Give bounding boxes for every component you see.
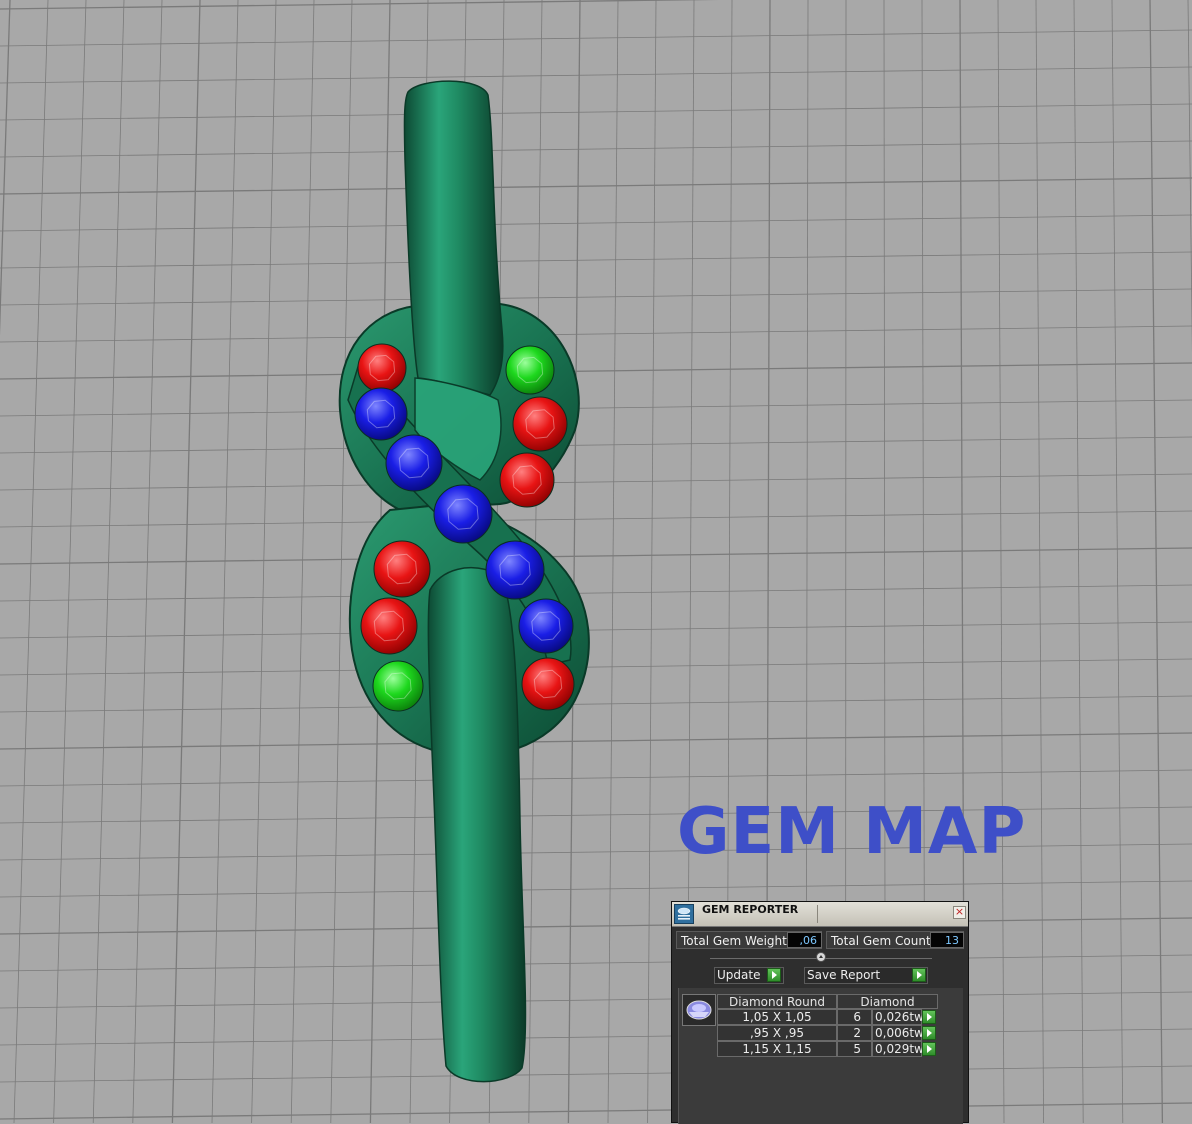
grid-line-vertical <box>0 0 10 1123</box>
total-gem-weight-value: ,06 <box>787 932 822 948</box>
row-2-go-icon[interactable] <box>922 1026 936 1040</box>
grid-line-vertical <box>331 0 352 1123</box>
save-report-button-label: Save Report <box>807 968 880 982</box>
grid-line-horizontal <box>0 1029 1192 1045</box>
gem-red <box>358 344 406 392</box>
gem-blue <box>386 435 442 491</box>
titlebar-separator <box>817 905 818 923</box>
grid-line-vertical <box>93 0 124 1123</box>
row-3-size: 1,15 X 1,15 <box>717 1041 837 1057</box>
grid-line-horizontal <box>0 511 1192 527</box>
gem-blue <box>486 541 544 599</box>
grid-line-horizontal <box>0 289 1192 305</box>
grid-line-horizontal <box>0 770 1192 786</box>
row-2-count: 2 <box>837 1025 872 1041</box>
gem-reporter-panel: GEM REPORTER × Total Gem Weight ,06 Tota… <box>671 901 969 1123</box>
grid-line-vertical <box>1112 0 1123 1123</box>
grid-line-horizontal <box>0 1066 1192 1082</box>
row-3-weight: 0,029tw <box>872 1041 922 1057</box>
grid-line-horizontal <box>0 955 1192 971</box>
grid-line-horizontal <box>0 215 1192 231</box>
header-shape: Diamond Round <box>717 994 837 1009</box>
gem-blue <box>519 599 573 653</box>
viewport-canvas[interactable] <box>0 0 1192 1123</box>
grid-line-horizontal <box>0 326 1192 342</box>
gem-red <box>361 598 417 654</box>
row-1-size: 1,05 X 1,05 <box>717 1009 837 1025</box>
panel-titlebar[interactable]: GEM REPORTER × <box>672 902 968 927</box>
grid-line-horizontal <box>0 363 1192 379</box>
grid-line-vertical <box>608 0 618 1123</box>
gem-map-title: GEM MAP <box>677 800 1026 864</box>
3d-viewport[interactable] <box>0 0 1192 1123</box>
grid-line-horizontal <box>0 918 1192 934</box>
save-report-button[interactable]: Save Report <box>804 967 928 984</box>
row-1-go-icon[interactable] <box>922 1010 936 1024</box>
grid-line-horizontal <box>0 696 1192 712</box>
grid-line-horizontal <box>0 1103 1192 1119</box>
grid-line-horizontal <box>0 67 1192 83</box>
grid-line-vertical <box>1074 0 1083 1123</box>
grid-line-vertical <box>54 0 86 1123</box>
gem-reporter-app-icon <box>674 904 694 924</box>
gem-red <box>374 541 430 597</box>
grid-line-horizontal <box>0 178 1192 194</box>
grid-line-horizontal <box>0 992 1192 1008</box>
update-go-icon[interactable] <box>767 968 781 982</box>
total-gem-count-value: 13 <box>930 932 964 948</box>
gem-blue <box>434 485 492 543</box>
grid-line-vertical <box>1188 0 1192 1123</box>
gem-green <box>506 346 554 394</box>
save-report-go-icon[interactable] <box>912 968 926 982</box>
gem-blue <box>355 388 407 440</box>
grid-line-horizontal <box>0 659 1192 675</box>
row-1-count: 6 <box>837 1009 872 1025</box>
grid-line-vertical <box>1036 0 1044 1123</box>
grid-line-horizontal <box>0 585 1192 601</box>
grid-line-horizontal <box>0 104 1192 120</box>
row-3-go-icon[interactable] <box>922 1042 936 1056</box>
close-icon[interactable]: × <box>953 906 966 919</box>
splitter-handle[interactable] <box>816 952 826 962</box>
grid-line-vertical <box>14 0 48 1123</box>
grid-line-vertical <box>648 0 656 1123</box>
ring-shank-lower <box>428 568 525 1082</box>
grid-line-horizontal <box>0 400 1192 416</box>
grid-line-horizontal <box>0 252 1192 268</box>
grid-line-horizontal <box>0 437 1192 453</box>
row-2-size: ,95 X ,95 <box>717 1025 837 1041</box>
grid-line-vertical <box>291 0 314 1123</box>
ring-model[interactable] <box>340 81 589 1082</box>
gem-red <box>522 658 574 710</box>
grid-line-vertical <box>998 0 1004 1123</box>
header-material: Diamond <box>837 994 938 1009</box>
diamond-icon <box>683 995 715 1025</box>
diamond-round-thumbnail[interactable] <box>682 994 716 1026</box>
grid-line-horizontal <box>0 622 1192 638</box>
panel-title: GEM REPORTER <box>702 903 798 916</box>
grid-line-horizontal <box>0 0 1192 9</box>
viewport-grid <box>0 0 1192 1123</box>
row-3-count: 5 <box>837 1041 872 1057</box>
gem-red <box>500 453 554 507</box>
gem-green <box>373 661 423 711</box>
row-1-weight: 0,026tw <box>872 1009 922 1025</box>
grid-line-horizontal <box>0 733 1192 749</box>
update-button-label: Update <box>717 968 760 982</box>
grid-line-horizontal <box>0 548 1192 564</box>
grid-line-horizontal <box>0 30 1192 46</box>
grid-line-vertical <box>252 0 276 1123</box>
gem-red <box>513 397 567 451</box>
grid-line-vertical <box>568 0 580 1123</box>
grid-line-horizontal <box>0 474 1192 490</box>
grid-line-vertical <box>1150 0 1162 1123</box>
grid-line-horizontal <box>0 141 1192 157</box>
ring-shank-upper <box>404 81 502 395</box>
row-2-weight: 0,006tw <box>872 1025 922 1041</box>
